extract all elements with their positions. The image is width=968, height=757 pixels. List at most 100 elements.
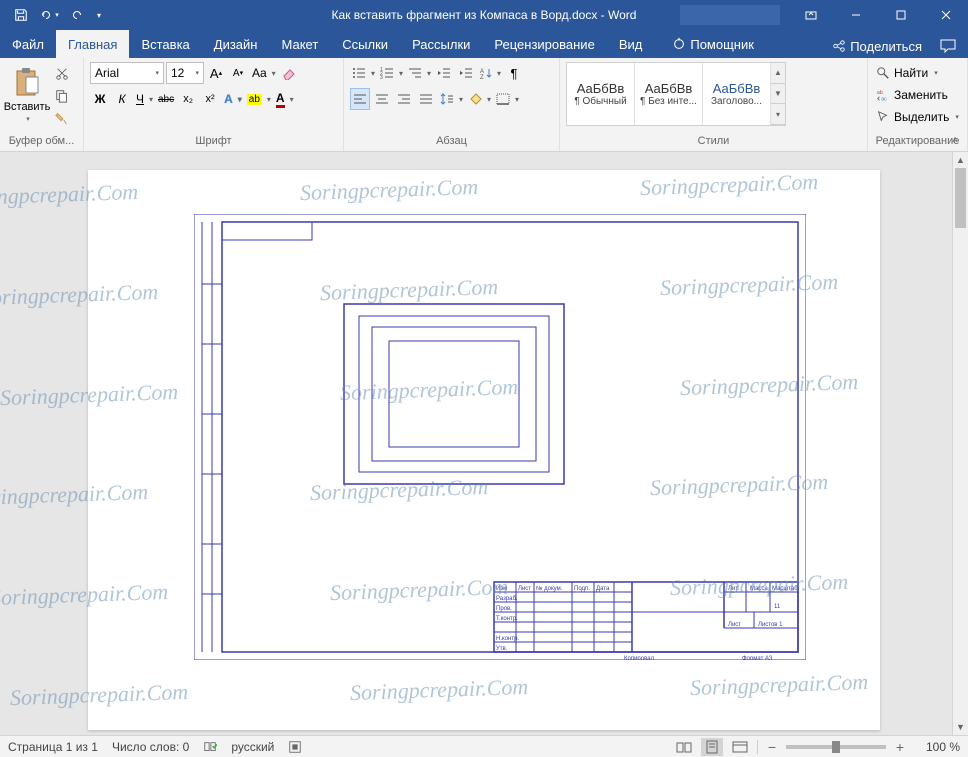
tab-home[interactable]: Главная	[56, 30, 129, 58]
tab-references[interactable]: Ссылки	[330, 30, 400, 58]
redo-button[interactable]	[64, 2, 90, 28]
tab-mailings[interactable]: Рассылки	[400, 30, 482, 58]
change-case-button[interactable]: Aa	[250, 62, 277, 84]
svg-text:Пров.: Пров.	[496, 606, 512, 612]
align-left-button[interactable]	[350, 88, 370, 110]
svg-text:Масса: Масса	[750, 586, 768, 592]
cut-button[interactable]	[50, 64, 74, 84]
find-button[interactable]: Найти▾	[872, 62, 942, 84]
eraser-icon	[281, 66, 297, 80]
font-size-select[interactable]: 12▾	[166, 62, 204, 84]
show-marks-button[interactable]: ¶	[504, 62, 524, 84]
style-no-spacing[interactable]: АаБбВв ¶ Без инте...	[635, 63, 703, 125]
styles-scroll-up[interactable]: ▲	[771, 63, 785, 84]
svg-text:Утв.: Утв.	[496, 646, 508, 652]
styles-scroll-down[interactable]: ▼	[771, 84, 785, 105]
tab-layout[interactable]: Макет	[269, 30, 330, 58]
svg-text:Изм: Изм	[496, 586, 507, 592]
minimize-button[interactable]	[833, 0, 878, 30]
view-read-button[interactable]	[673, 738, 695, 756]
tab-file[interactable]: Файл	[0, 30, 56, 58]
align-right-button[interactable]	[394, 88, 414, 110]
underline-button[interactable]: Ч	[134, 88, 154, 110]
grow-font-button[interactable]: A▴	[206, 62, 226, 84]
bullets-button[interactable]	[350, 62, 376, 84]
styles-gallery[interactable]: АаБбВв ¶ Обычный АаБбВв ¶ Без инте... Аа…	[566, 62, 786, 126]
format-painter-button[interactable]	[50, 108, 74, 128]
vertical-scrollbar[interactable]: ▲ ▼	[952, 152, 968, 735]
style-heading1[interactable]: АаБбВв Заголово...	[703, 63, 771, 125]
svg-text:Дата: Дата	[596, 586, 610, 592]
comments-button[interactable]	[934, 34, 962, 58]
tab-tellme[interactable]: Помощник	[660, 30, 766, 58]
tab-insert[interactable]: Вставка	[129, 30, 201, 58]
share-button[interactable]: Поделиться	[824, 35, 930, 58]
save-button[interactable]	[8, 2, 34, 28]
superscript-button[interactable]: x²	[200, 88, 220, 110]
align-center-button[interactable]	[372, 88, 392, 110]
sort-button[interactable]: AZ	[478, 62, 502, 84]
clear-formatting-button[interactable]	[279, 62, 299, 84]
scroll-thumb[interactable]	[955, 168, 966, 228]
copy-button[interactable]	[50, 86, 74, 106]
tab-design[interactable]: Дизайн	[202, 30, 270, 58]
maximize-button[interactable]	[878, 0, 923, 30]
svg-text:Подп.: Подп.	[574, 586, 590, 592]
increase-indent-button[interactable]	[456, 62, 476, 84]
zoom-out-button[interactable]: −	[764, 739, 780, 755]
font-name-select[interactable]: Arial▾	[90, 62, 164, 84]
scroll-up[interactable]: ▲	[953, 152, 968, 168]
shrink-font-button[interactable]: A▾	[228, 62, 248, 84]
borders-icon	[496, 93, 510, 105]
group-styles: АаБбВв ¶ Обычный АаБбВв ¶ Без инте... Аа…	[560, 58, 868, 151]
multilevel-button[interactable]	[406, 62, 432, 84]
undo-button[interactable]: ▾	[36, 2, 62, 28]
zoom-in-button[interactable]: +	[892, 739, 908, 755]
svg-text:Т.контр.: Т.контр.	[496, 616, 518, 622]
status-word-count[interactable]: Число слов: 0	[112, 740, 189, 754]
scroll-down[interactable]: ▼	[953, 719, 968, 735]
styles-expand[interactable]: ▾	[771, 104, 785, 125]
zoom-slider[interactable]	[786, 745, 886, 749]
paste-button[interactable]: Вставить ▾	[4, 60, 50, 130]
status-proofing[interactable]	[203, 740, 217, 754]
font-color-button[interactable]: A	[274, 88, 295, 110]
select-button[interactable]: Выделить▾	[872, 106, 963, 128]
line-spacing-button[interactable]	[438, 88, 464, 110]
copy-icon	[55, 89, 69, 103]
replace-button[interactable]: abac Заменить	[872, 84, 952, 106]
group-font-label: Шрифт	[88, 133, 339, 149]
svg-text:Лист: Лист	[728, 622, 741, 628]
borders-button[interactable]	[494, 88, 520, 110]
user-account[interactable]	[680, 5, 780, 25]
shading-button[interactable]	[466, 88, 492, 110]
justify-button[interactable]	[416, 88, 436, 110]
text-effects-button[interactable]: A	[222, 88, 243, 110]
italic-button[interactable]: К	[112, 88, 132, 110]
tab-review[interactable]: Рецензирование	[482, 30, 606, 58]
book-icon	[203, 740, 217, 754]
document-page[interactable]: 11 Изм Лист № докум. Подп. Дата Разраб. …	[88, 170, 880, 730]
highlight-button[interactable]: ab	[245, 88, 272, 110]
svg-text:№ докум.: № докум.	[536, 585, 563, 592]
subscript-button[interactable]: x₂	[178, 88, 198, 110]
bold-button[interactable]: Ж	[90, 88, 110, 110]
zoom-level[interactable]: 100 %	[914, 740, 960, 754]
qat-customize[interactable]: ▾	[92, 2, 106, 28]
decrease-indent-button[interactable]	[434, 62, 454, 84]
align-left-icon	[353, 93, 367, 105]
ribbon-display-options[interactable]	[788, 0, 833, 30]
collapse-ribbon-button[interactable]: ˄	[946, 133, 964, 147]
tab-view[interactable]: Вид	[607, 30, 655, 58]
read-icon	[676, 741, 692, 753]
style-normal[interactable]: АаБбВв ¶ Обычный	[567, 63, 635, 125]
strikethrough-button[interactable]: abc	[156, 88, 176, 110]
share-label: Поделиться	[850, 39, 922, 54]
close-button[interactable]	[923, 0, 968, 30]
view-web-button[interactable]	[729, 738, 751, 756]
status-macro[interactable]	[288, 740, 302, 754]
view-print-button[interactable]	[701, 738, 723, 756]
status-language[interactable]: русский	[231, 740, 274, 754]
status-page[interactable]: Страница 1 из 1	[8, 740, 98, 754]
numbering-button[interactable]: 123	[378, 62, 404, 84]
